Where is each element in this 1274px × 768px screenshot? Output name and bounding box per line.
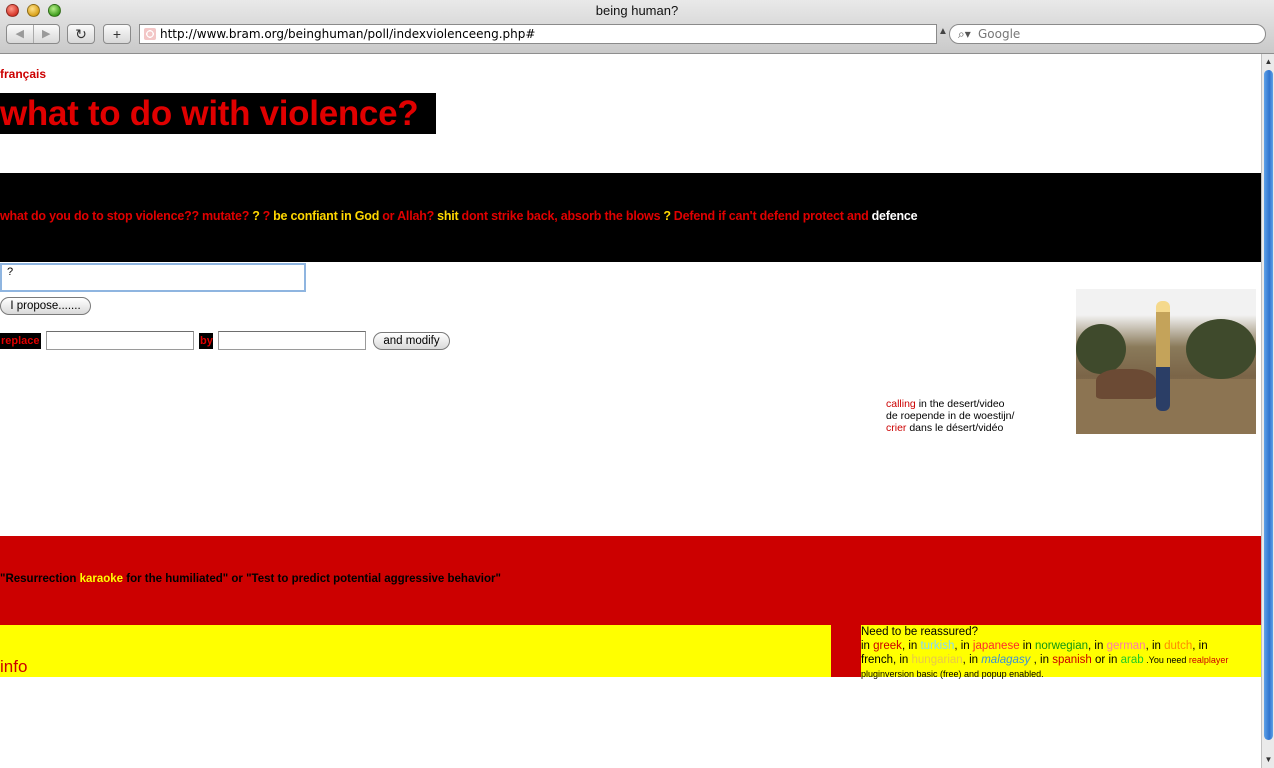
link-hungarian[interactable]: hungarian <box>912 654 963 666</box>
divider-block <box>831 625 861 677</box>
link-malagasy[interactable]: malagasy <box>981 654 1030 666</box>
video-caption-line-2: de roepende in de woestijn/ <box>886 410 1015 422</box>
link-norwegian[interactable]: norwegian <box>1035 640 1088 652</box>
scroll-down-icon[interactable]: ▼ <box>1262 754 1274 766</box>
link-greek[interactable]: greek <box>873 640 902 652</box>
by-input[interactable] <box>218 331 366 350</box>
add-bookmark-icon[interactable]: + <box>103 24 131 44</box>
language-links: in greek, in turkish, in japanese in nor… <box>861 640 1229 679</box>
back-arrow-icon[interactable]: ◀ <box>7 25 34 43</box>
red-banner: "Resurrection karaoke for the humiliated… <box>0 536 1261 625</box>
back-forward-buttons[interactable]: ◀ ▶ <box>6 24 60 44</box>
reassure-panel: Need to be reassured? in greek, in turki… <box>861 625 1261 679</box>
search-icon: ⌕▾ <box>958 27 971 41</box>
link-french[interactable]: french <box>861 654 893 666</box>
answer-item: ? <box>663 209 671 223</box>
reassure-heading: Need to be reassured? <box>861 626 978 638</box>
video-caption: calling in the desert/video de roepende … <box>886 398 1014 434</box>
minimize-window-icon[interactable] <box>27 4 40 17</box>
address-bar[interactable]: http://www.bram.org/beinghuman/poll/inde… <box>139 24 937 44</box>
answer-item: what do you do to stop violence?? <box>0 209 199 223</box>
answer-item: Defend if can't defend protect and <box>673 209 869 223</box>
modify-button[interactable]: and modify <box>373 332 450 350</box>
plugin-note: pluginversion basic (free) and popup ena… <box>861 669 1044 679</box>
link-arab[interactable]: arab <box>1121 654 1144 666</box>
url-dropdown-icon[interactable]: ▲ <box>938 26 948 37</box>
zoom-window-icon[interactable] <box>48 4 61 17</box>
link-japanese[interactable]: japanese <box>973 640 1020 652</box>
answers-band: what do you do to stop violence?? mutate?… <box>0 173 1261 262</box>
answer-item: mutate? <box>201 209 250 223</box>
answer-item: shit <box>437 209 459 223</box>
browser-chrome: being human? ◀ ▶ ↻ + http://www.bram.org… <box>0 0 1274 54</box>
link-turkish[interactable]: turkish <box>920 640 954 652</box>
calling-video-link[interactable]: calling <box>886 398 916 410</box>
replace-label: replace <box>0 333 41 349</box>
banner-text[interactable]: "Resurrection karaoke for the humiliated… <box>0 573 501 585</box>
tree-shape <box>1076 324 1126 374</box>
forward-arrow-icon[interactable]: ▶ <box>34 25 60 43</box>
answer-item: be confiant in God <box>273 209 380 223</box>
answer-item: defence <box>871 209 918 223</box>
page-headline: what to do with violence? <box>0 93 436 134</box>
answer-item: ? <box>262 209 271 223</box>
scroll-thumb[interactable] <box>1264 70 1273 740</box>
search-placeholder: Google <box>978 27 1021 41</box>
close-window-icon[interactable] <box>6 4 19 17</box>
karaoke-link[interactable]: karaoke <box>80 573 123 585</box>
info-link[interactable]: info <box>0 657 27 677</box>
favicon-icon <box>144 28 156 40</box>
vertical-scrollbar[interactable]: ▲ ▼ <box>1261 54 1274 768</box>
video-caption-line-3: crier dans le désert/vidéo <box>886 422 1004 434</box>
window-title: being human? <box>595 3 679 18</box>
proposal-input[interactable]: ? <box>0 263 306 292</box>
link-spanish[interactable]: spanish <box>1052 654 1092 666</box>
language-link-french[interactable]: français <box>0 67 46 81</box>
address-text: http://www.bram.org/beinghuman/poll/inde… <box>160 27 536 41</box>
page-content: français what to do with violence? what … <box>0 54 1261 768</box>
link-dutch[interactable]: dutch <box>1164 640 1192 652</box>
tree-shape <box>1186 319 1256 379</box>
by-label: by <box>199 333 213 349</box>
scroll-up-icon[interactable]: ▲ <box>1262 56 1274 68</box>
search-field[interactable]: ⌕▾ Google <box>949 24 1266 44</box>
propose-button[interactable]: I propose....... <box>0 297 91 315</box>
video-caption-line-1: calling in the desert/video <box>886 398 1005 410</box>
answers-list: what do you do to stop violence?? mutate?… <box>0 209 920 223</box>
replace-input[interactable] <box>46 331 194 350</box>
rock-shape <box>1096 369 1156 399</box>
info-panel: info <box>0 625 831 677</box>
crier-video-link[interactable]: crier <box>886 422 906 434</box>
answer-item: dont strike back, absorb the blows <box>461 209 661 223</box>
video-thumbnail[interactable] <box>1076 289 1256 434</box>
link-realplayer[interactable]: realplayer <box>1189 655 1229 665</box>
person-shape <box>1156 301 1170 411</box>
answer-item: ? <box>252 209 260 223</box>
link-german[interactable]: german <box>1107 640 1146 652</box>
answer-item: or Allah? <box>382 209 435 223</box>
reload-icon[interactable]: ↻ <box>67 24 95 44</box>
